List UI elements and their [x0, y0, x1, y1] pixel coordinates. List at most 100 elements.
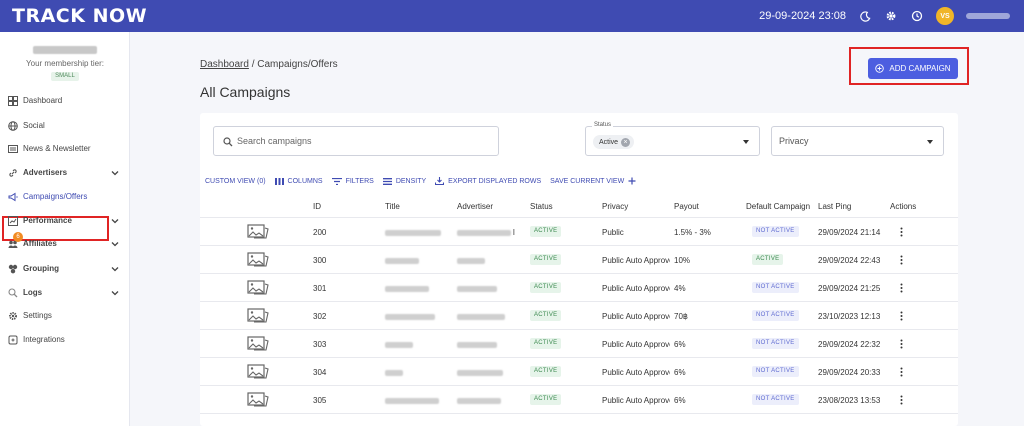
profile-name-redacted	[33, 46, 97, 54]
link-icon	[9, 169, 17, 177]
more-vertical-icon[interactable]	[900, 367, 903, 377]
sidebar-item-performance[interactable]: Performance	[0, 211, 130, 231]
chevron-down-icon[interactable]	[110, 216, 120, 226]
privacy-select[interactable]: Privacy	[771, 126, 944, 156]
sidebar-item-label: Social	[23, 121, 45, 130]
app-logo[interactable]: TRACK NOW	[12, 5, 147, 27]
status-badge: ACTIVE	[530, 310, 562, 321]
table-row[interactable]: 304 ACTIVE Public Auto Approve 6% NOT ACTIVE…	[200, 358, 958, 386]
sidebar-item-logs[interactable]: Logs	[0, 283, 130, 303]
cell-title-redacted[interactable]	[385, 258, 419, 264]
sidebar-item-grouping[interactable]: Grouping	[0, 259, 130, 279]
more-vertical-icon[interactable]	[900, 311, 903, 321]
cell-title-redacted[interactable]	[385, 286, 429, 292]
sidebar-item-advertisers[interactable]: Advertisers	[0, 163, 130, 183]
filters-button[interactable]: FILTERS	[331, 177, 374, 185]
sidebar-item-news[interactable]: News & Newsletter	[0, 139, 130, 159]
default-campaign-badge[interactable]: NOT ACTIVE	[752, 310, 799, 321]
default-campaign-badge[interactable]: NOT ACTIVE	[752, 366, 799, 377]
column-header-status[interactable]: Status	[530, 202, 553, 211]
chevron-down-icon[interactable]	[110, 264, 120, 274]
column-header-last-ping[interactable]: Last Ping	[818, 202, 851, 211]
sidebar-item-label: Integrations	[23, 335, 65, 344]
cell-title-redacted[interactable]	[385, 342, 413, 348]
table-row[interactable]: 305 ACTIVE Public Auto Approve 6% NOT ACTIVE…	[200, 386, 958, 414]
gear-icon[interactable]	[884, 9, 898, 23]
filter-icon	[331, 177, 342, 185]
table-row[interactable]: 300 ACTIVE Public Auto Approve 10% ACTIVE 29/…	[200, 246, 958, 274]
sidebar-item-social[interactable]: Social	[0, 116, 130, 136]
caret-down-icon[interactable]	[743, 140, 749, 144]
newspaper-icon	[8, 145, 18, 153]
username-redacted[interactable]	[966, 13, 1010, 19]
sidebar-item-dashboard[interactable]: Dashboard	[0, 91, 130, 111]
cell-title-redacted[interactable]	[385, 370, 403, 376]
plus-icon	[628, 177, 636, 185]
columns-icon	[274, 177, 284, 185]
status-select[interactable]: Status Active ×	[585, 122, 760, 156]
cell-privacy: Public Auto Approve	[602, 396, 670, 405]
caret-down-icon[interactable]	[927, 140, 933, 144]
image-placeholder-icon	[247, 336, 269, 351]
sidebar-item-campaigns[interactable]: Campaigns/Offers	[0, 187, 130, 207]
cell-title-redacted[interactable]	[385, 314, 435, 320]
column-header-privacy[interactable]: Privacy	[602, 202, 628, 211]
sidebar: Your membership tier: SMALL Dashboard So…	[0, 32, 130, 426]
table-row[interactable]: 302 ACTIVE Public Auto Approve 70฿ NOT ACTIV…	[200, 302, 958, 330]
column-header-advertiser[interactable]: Advertiser	[457, 202, 493, 211]
cell-id: 200	[313, 228, 327, 237]
save-view-button[interactable]: SAVE CURRENT VIEW	[550, 177, 636, 185]
search-input[interactable]: Search campaigns	[213, 126, 499, 156]
group-icon	[8, 264, 18, 274]
sidebar-item-integrations[interactable]: Integrations	[0, 330, 130, 350]
status-badge: ACTIVE	[530, 394, 562, 405]
column-header-id[interactable]: ID	[313, 202, 321, 211]
density-button[interactable]: DENSITY	[382, 178, 426, 185]
cell-privacy: Public Auto Approve	[602, 368, 670, 377]
default-campaign-badge[interactable]: NOT ACTIVE	[752, 282, 799, 293]
more-vertical-icon[interactable]	[900, 255, 903, 265]
breadcrumb: Dashboard / Campaigns/Offers	[200, 59, 338, 70]
sidebar-item-affiliates[interactable]: 6 Affiliates	[0, 232, 130, 254]
image-placeholder-icon	[247, 392, 269, 407]
column-header-title[interactable]: Title	[385, 202, 400, 211]
breadcrumb-current: Campaigns/Offers	[257, 59, 338, 70]
chevron-down-icon[interactable]	[110, 239, 120, 249]
cell-title-redacted[interactable]	[385, 398, 439, 404]
sidebar-item-settings[interactable]: Settings	[0, 306, 130, 326]
chip-remove-icon[interactable]: ×	[621, 137, 631, 147]
chevron-down-icon[interactable]	[110, 288, 120, 298]
default-campaign-badge[interactable]: NOT ACTIVE	[752, 394, 799, 405]
column-header-default-campaign[interactable]: Default Campaign	[746, 202, 810, 211]
breadcrumb-dashboard-link[interactable]: Dashboard	[200, 59, 249, 70]
dashboard-icon	[8, 96, 18, 106]
chevron-down-icon[interactable]	[110, 168, 120, 178]
columns-button[interactable]: COLUMNS	[274, 177, 323, 185]
column-header-payout[interactable]: Payout	[674, 202, 699, 211]
default-campaign-badge[interactable]: NOT ACTIVE	[752, 226, 799, 237]
clock-icon[interactable]	[910, 9, 924, 23]
cell-privacy: Public Auto Approve	[602, 284, 670, 293]
membership-tier-badge: SMALL	[51, 72, 79, 81]
table-row[interactable]: 303 ACTIVE Public Auto Approve 6% NOT ACTIVE…	[200, 330, 958, 358]
cell-privacy: Public Auto Approve	[602, 340, 670, 349]
moon-icon[interactable]	[858, 9, 872, 23]
table-row[interactable]: 200 l ACTIVE Public 1.5% - 3% NOT ACTIVE 29/09…	[200, 218, 958, 246]
status-chip[interactable]: Active ×	[593, 135, 635, 149]
cell-payout: 70฿	[674, 312, 688, 321]
cell-payout: 1.5% - 3%	[674, 228, 711, 237]
status-select-label: Status	[592, 122, 614, 128]
more-vertical-icon[interactable]	[900, 227, 903, 237]
cell-last-ping: 29/09/2024 21:25	[818, 284, 881, 293]
cell-title-redacted[interactable]	[385, 230, 441, 236]
table-row[interactable]: 301 ACTIVE Public Auto Approve 4% NOT ACTIVE…	[200, 274, 958, 302]
chart-icon	[8, 216, 18, 226]
avatar[interactable]: VS	[936, 7, 954, 25]
more-vertical-icon[interactable]	[900, 283, 903, 293]
default-campaign-badge[interactable]: ACTIVE	[752, 254, 784, 265]
more-vertical-icon[interactable]	[900, 339, 903, 349]
more-vertical-icon[interactable]	[900, 395, 903, 405]
default-campaign-badge[interactable]: NOT ACTIVE	[752, 338, 799, 349]
export-button[interactable]: EXPORT DISPLAYED ROWS	[435, 177, 541, 185]
custom-view-button[interactable]: CUSTOM VIEW (0)	[205, 178, 266, 185]
